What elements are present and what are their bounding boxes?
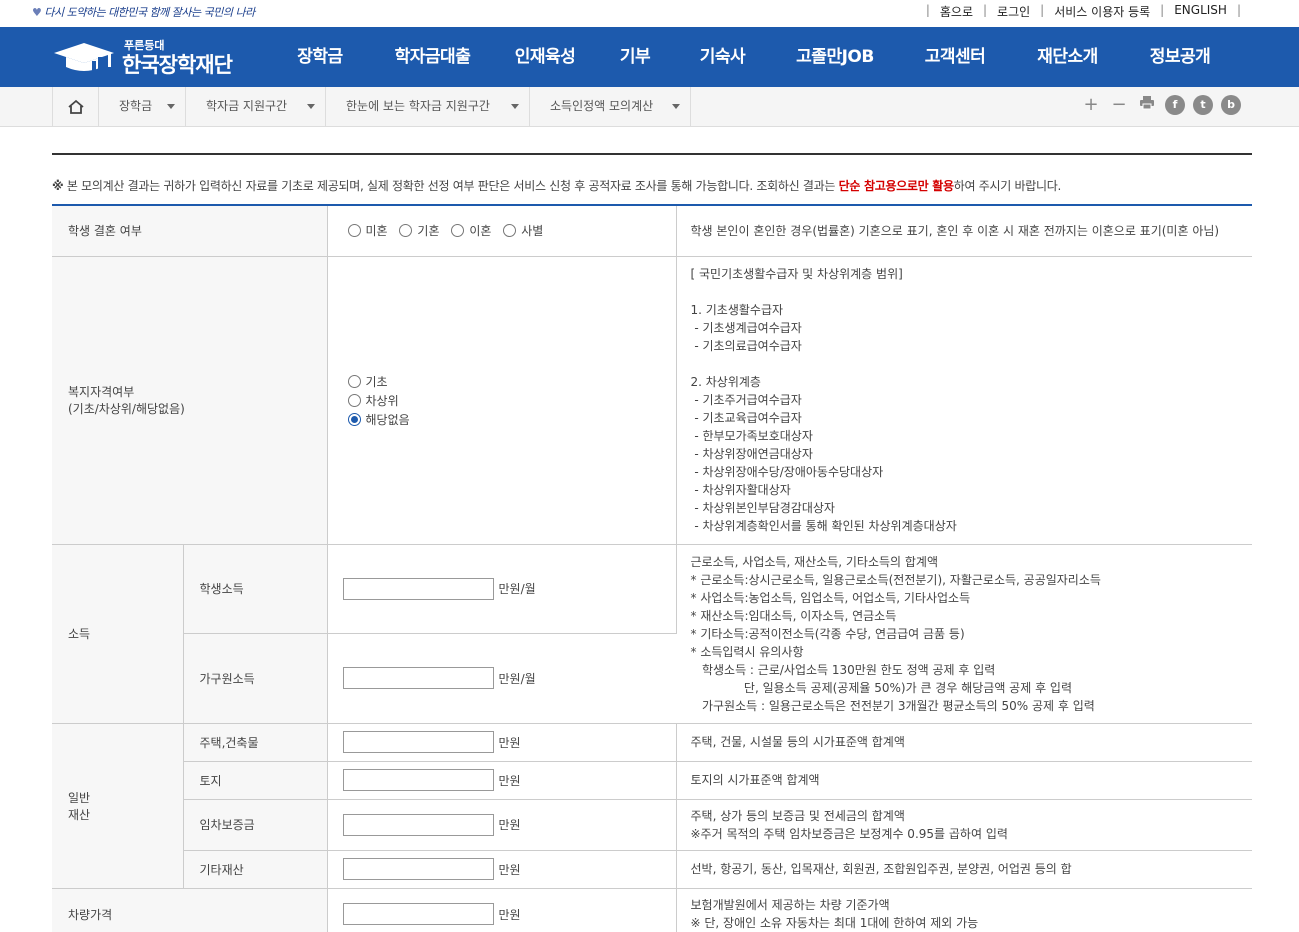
menu-disclosure[interactable]: 정보공개 — [1125, 27, 1235, 87]
logo[interactable]: 푸른등대 한국장학재단 — [52, 35, 252, 79]
marriage-description: 학생 본인이 혼인한 경우(법률혼) 기혼으로 표기, 혼인 후 이혼 시 재혼… — [676, 205, 1252, 257]
menu-customer-center[interactable]: 고객센터 — [900, 27, 1010, 87]
menu-bar: 장학금 학자금대출 인재육성 기부 기숙사 고졸만JOB 고객센터 재단소개 정… — [270, 27, 1235, 87]
property-land-input[interactable] — [342, 769, 494, 791]
notice-text: ※ 본 모의계산 결과는 귀하가 입력하신 자료를 기초로 제공되며, 실제 정… — [52, 179, 1061, 193]
home-button[interactable] — [52, 87, 99, 127]
menu-about[interactable]: 재단소개 — [1010, 27, 1125, 87]
property-house-input[interactable] — [342, 731, 494, 753]
menu-dormitory[interactable]: 기숙사 — [675, 27, 770, 87]
location-bar: 장학금 학자금 지원구간 한눈에 보는 학자금 지원구간 소득인정액 모의계산 … — [0, 87, 1299, 127]
logo-title: 한국장학재단 — [122, 53, 233, 77]
welfare-options: 기초 차상위 해당없음 — [327, 256, 677, 545]
chevron-down-icon — [307, 104, 315, 109]
welfare-none-radio[interactable]: 해당없음 — [347, 411, 668, 428]
menu-donation[interactable]: 기부 — [595, 27, 675, 87]
vehicle-description: 보험개발원에서 제공하는 차량 기준가액 ※ 단, 장애인 소유 자동차는 최대… — [676, 888, 1252, 932]
facebook-icon[interactable]: f — [1165, 95, 1185, 115]
property-other-row: 기타재산 만원 선박, 항공기, 동산, 입목재산, 회원권, 조합원입주권, … — [52, 850, 1252, 889]
main-navigation: 푸른등대 한국장학재단 장학금 학자금대출 인재육성 기부 기숙사 고졸만JOB… — [0, 27, 1299, 87]
breadcrumb-scholarship[interactable]: 장학금 — [99, 87, 186, 127]
heart-icon: ♥ — [32, 6, 42, 19]
vehicle-input[interactable] — [342, 903, 494, 925]
family-income-label: 가구원소득 — [183, 633, 328, 724]
english-link[interactable]: ENGLISH — [1174, 3, 1227, 20]
breadcrumb-overview[interactable]: 한눈에 보는 학자금 지원구간 — [326, 87, 530, 127]
menu-scholarship[interactable]: 장학금 — [270, 27, 370, 87]
chevron-down-icon — [672, 104, 680, 109]
vehicle-label: 차량가격 — [52, 888, 328, 932]
breadcrumb-simulation[interactable]: 소득인정액 모의계산 — [530, 87, 691, 127]
welfare-near-poverty-radio[interactable]: 차상위 — [347, 392, 668, 409]
top-utility-bar: ♥ 다시 도약하는 대한민국 함께 잘사는 국민의 나라 | 홈으로 | 로그인 … — [0, 0, 1299, 27]
marriage-married-radio[interactable]: 기혼 — [399, 222, 440, 239]
property-other-description: 선박, 항공기, 동산, 입목재산, 회원권, 조합원입주권, 분양권, 어업권… — [676, 850, 1252, 889]
page-tools: + − f t b — [1081, 95, 1241, 115]
income-group-label: 소득 — [52, 544, 184, 724]
student-income-row: 소득 학생소득 만원/월 근로소득, 사업소득, 재산소득, 기타소득의 합계액… — [52, 544, 1252, 724]
property-house-description: 주택, 건물, 시설물 등의 시가표준액 합계액 — [676, 723, 1252, 762]
property-land-description: 토지의 시가표준액 합계액 — [676, 761, 1252, 800]
home-icon — [67, 99, 84, 114]
family-income-input[interactable] — [342, 667, 494, 689]
blog-icon[interactable]: b — [1221, 95, 1241, 115]
register-link[interactable]: 서비스 이용자 등록 — [1054, 3, 1150, 20]
menu-talent-development[interactable]: 인재육성 — [495, 27, 595, 87]
marriage-divorced-radio[interactable]: 이혼 — [451, 222, 491, 239]
simulation-form: 학생 결혼 여부 미혼 기혼 이혼 사별 학생 본인이 혼인한 경우(법률혼) … — [52, 204, 1252, 932]
slogan-text: 다시 도약하는 대한민국 함께 잘사는 국민의 나라 — [44, 6, 255, 19]
student-income-label: 학생소득 — [183, 544, 328, 634]
marriage-label: 학생 결혼 여부 — [52, 205, 328, 257]
property-house-row: 일반 재산 주택,건축물 만원 주택, 건물, 시설물 등의 시가표준액 합계액 — [52, 723, 1252, 889]
property-other-input[interactable] — [342, 858, 494, 880]
welfare-description: [ 국민기초생활수급자 및 차상위계층 범위] 1. 기초생활수급자 - 기초생… — [676, 256, 1252, 545]
marriage-options: 미혼 기혼 이혼 사별 — [327, 205, 677, 257]
welfare-label: 복지자격여부 (기초/차상위/해당없음) — [52, 256, 328, 545]
property-group-label: 일반 재산 — [52, 723, 184, 889]
breadcrumb-support-range[interactable]: 학자금 지원구간 — [186, 87, 326, 127]
student-income-input[interactable] — [342, 577, 494, 600]
graduation-cap-icon — [54, 43, 114, 73]
income-description: 근로소득, 사업소득, 재산소득, 기타소득의 합계액 * 근로소득:상시근로소… — [676, 544, 1252, 724]
marriage-widowed-radio[interactable]: 사별 — [503, 222, 543, 239]
property-other-label: 기타재산 — [183, 850, 328, 889]
student-income-cell: 만원/월 — [327, 544, 677, 634]
property-land-label: 토지 — [183, 761, 328, 800]
section-divider — [52, 153, 1252, 155]
print-icon[interactable] — [1137, 95, 1157, 115]
slogan: ♥ 다시 도약하는 대한민국 함께 잘사는 국민의 나라 — [32, 4, 255, 20]
property-land-row: 토지 만원 토지의 시가표준액 합계액 — [52, 761, 1252, 800]
login-link[interactable]: 로그인 — [997, 3, 1030, 20]
zoom-out-icon[interactable]: − — [1109, 95, 1129, 115]
zoom-in-icon[interactable]: + — [1081, 95, 1101, 115]
marriage-single-radio[interactable]: 미혼 — [347, 222, 388, 239]
menu-highschool-job[interactable]: 고졸만JOB — [770, 27, 900, 87]
chevron-down-icon — [511, 104, 519, 109]
vehicle-row: 차량가격 만원 보험개발원에서 제공하는 차량 기준가액 ※ 단, 장애인 소유… — [52, 888, 1252, 932]
family-income-cell: 만원/월 — [327, 633, 676, 724]
property-deposit-label: 임차보증금 — [183, 799, 328, 851]
property-deposit-description: 주택, 상가 등의 보증금 및 전세금의 합계액 ※주거 목적의 주택 임차보증… — [676, 799, 1252, 851]
property-deposit-row: 임차보증금 만원 주택, 상가 등의 보증금 및 전세금의 합계액 ※주거 목적… — [52, 799, 1252, 851]
property-deposit-input[interactable] — [342, 813, 494, 836]
property-house-label: 주택,건축물 — [183, 723, 328, 762]
twitter-icon[interactable]: t — [1193, 95, 1213, 115]
utility-links: | 홈으로 | 로그인 | 서비스 이용자 등록 | ENGLISH | — [925, 3, 1241, 20]
home-link[interactable]: 홈으로 — [940, 3, 973, 20]
menu-student-loan[interactable]: 학자금대출 — [370, 27, 495, 87]
marriage-row: 학생 결혼 여부 미혼 기혼 이혼 사별 학생 본인이 혼인한 경우(법률혼) … — [52, 205, 1252, 257]
chevron-down-icon — [167, 104, 175, 109]
welfare-row: 복지자격여부 (기초/차상위/해당없음) 기초 차상위 해당없음 [ 국민기초생활… — [52, 256, 1252, 545]
welfare-basic-radio[interactable]: 기초 — [347, 373, 668, 390]
